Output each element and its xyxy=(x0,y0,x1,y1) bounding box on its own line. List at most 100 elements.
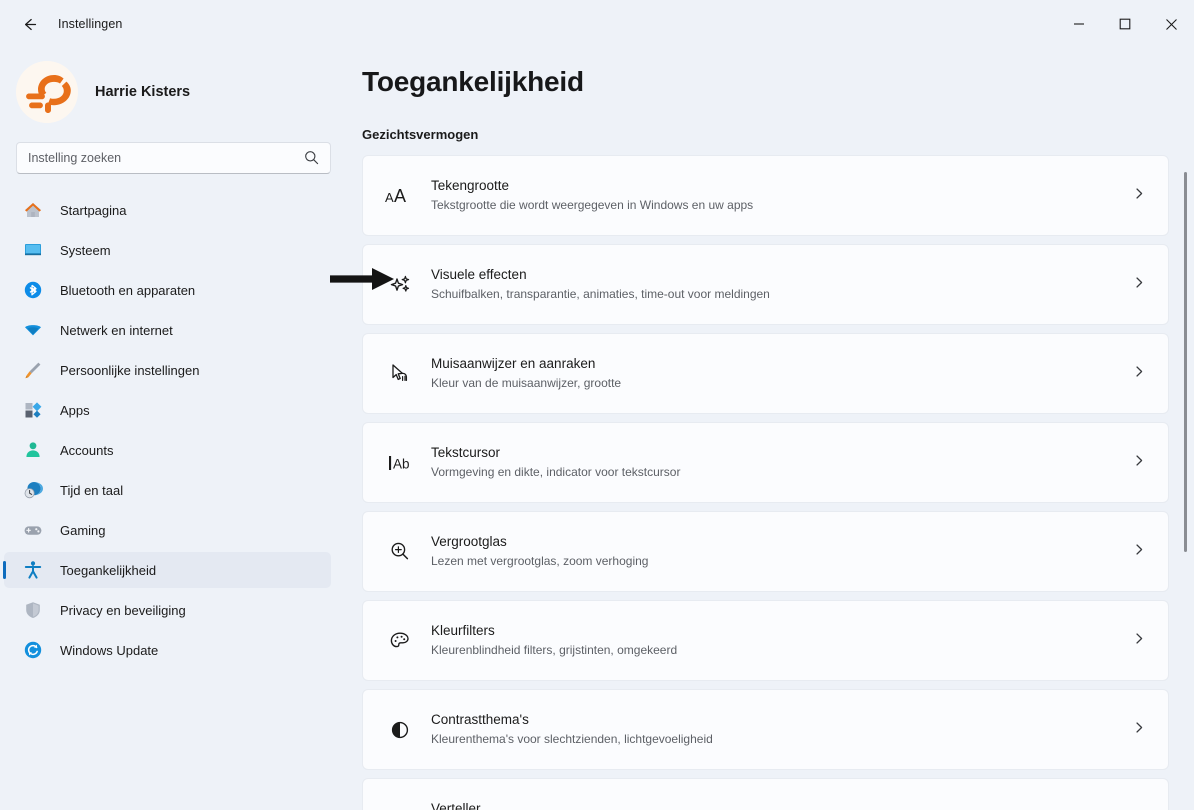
maximize-icon xyxy=(1119,18,1131,30)
main-content: Toegankelijkheid Gezichtsvermogen A A Te… xyxy=(343,48,1194,810)
gamepad-icon xyxy=(22,519,44,541)
card-tekstcursor[interactable]: Ab Tekstcursor Vormgeving en dikte, indi… xyxy=(362,422,1169,503)
chevron-right-icon[interactable] xyxy=(1133,721,1146,739)
card-text: Contrastthema's Kleurenthema's voor slec… xyxy=(431,710,713,749)
sidebar-item-label: Accounts xyxy=(60,442,114,458)
card-title: Verteller xyxy=(431,800,481,810)
sidebar-item-persoonlijke-instellingen[interactable]: Persoonlijke instellingen xyxy=(4,352,331,388)
card-contrastthemas[interactable]: Contrastthema's Kleurenthema's voor slec… xyxy=(362,689,1169,770)
maximize-button[interactable] xyxy=(1102,0,1148,48)
card-subtitle: Tekstgrootte die wordt weergegeven in Wi… xyxy=(431,198,754,213)
sidebar-nav: Startpagina Systeem Bluetooth en apparat… xyxy=(0,192,343,668)
close-button[interactable] xyxy=(1148,0,1194,48)
chevron-right-icon[interactable] xyxy=(1133,187,1146,205)
sidebar-item-label: Windows Update xyxy=(60,642,159,658)
card-title: Tekengrootte xyxy=(431,177,510,193)
sidebar-item-label: Tijd en taal xyxy=(60,482,124,498)
sidebar-item-label: Startpagina xyxy=(60,202,127,218)
card-title: Muisaanwijzer en aanraken xyxy=(431,355,596,371)
clock-globe-icon xyxy=(22,479,44,501)
card-text: Verteller Spraak, uitgebreidheid, toetse… xyxy=(431,799,660,810)
card-title: Visuele effecten xyxy=(431,266,527,282)
sidebar-item-bluetooth[interactable]: Bluetooth en apparaten xyxy=(4,272,331,308)
title-bar: Instellingen xyxy=(0,0,1194,48)
card-subtitle: Schuifbalken, transparantie, animaties, … xyxy=(431,287,770,302)
minimize-button[interactable] xyxy=(1056,0,1102,48)
shield-icon xyxy=(22,599,44,621)
profile-name: Harrie Kisters xyxy=(95,84,191,100)
apps-icon xyxy=(22,399,44,421)
sidebar-item-apps[interactable]: Apps xyxy=(4,392,331,428)
sidebar-item-toegankelijkheid[interactable]: Toegankelijkheid xyxy=(3,552,331,588)
card-muisaanwijzer-en-aanraken[interactable]: Muisaanwijzer en aanraken Kleur van de m… xyxy=(362,333,1169,414)
monitor-icon xyxy=(22,239,44,261)
card-text: Visuele effecten Schuifbalken, transpara… xyxy=(431,265,770,304)
text-cursor-icon: Ab xyxy=(379,450,421,476)
page-title: Toegankelijkheid xyxy=(362,66,584,97)
sidebar-item-label: Netwerk en internet xyxy=(60,322,173,338)
minimize-icon xyxy=(1074,23,1084,25)
search-icon xyxy=(304,150,319,170)
sidebar: Harrie Kisters Instelling zoeken Startpa… xyxy=(0,48,343,810)
card-subtitle: Vormgeving en dikte, indicator voor teks… xyxy=(431,465,681,480)
sidebar-item-netwerk[interactable]: Netwerk en internet xyxy=(4,312,331,348)
window-title: Instellingen xyxy=(58,17,123,31)
sidebar-item-startpagina[interactable]: Startpagina xyxy=(4,192,331,228)
back-arrow-icon xyxy=(24,18,36,30)
close-icon xyxy=(1165,18,1177,30)
scrollbar-thumb[interactable] xyxy=(1184,172,1187,552)
card-subtitle: Kleur van de muisaanwijzer, grootte xyxy=(431,376,622,391)
sidebar-item-label: Bluetooth en apparaten xyxy=(60,282,196,298)
card-vergrootglas[interactable]: Vergrootglas Lezen met vergrootglas, zoo… xyxy=(362,511,1169,592)
sidebar-item-windows-update[interactable]: Windows Update xyxy=(4,632,331,668)
search-input[interactable] xyxy=(17,143,287,173)
svg-text:A: A xyxy=(385,190,394,205)
home-icon xyxy=(22,199,44,221)
search-wrapper xyxy=(0,122,343,174)
back-button[interactable] xyxy=(12,7,46,41)
sidebar-item-label: Gaming xyxy=(60,522,106,538)
contrast-icon xyxy=(379,716,421,744)
card-visuele-effecten[interactable]: Visuele effecten Schuifbalken, transpara… xyxy=(362,244,1169,325)
magnifier-plus-icon xyxy=(379,538,421,566)
window-controls xyxy=(1056,0,1194,48)
sparkles-icon xyxy=(379,271,421,299)
chevron-right-icon[interactable] xyxy=(1133,276,1146,294)
card-text: Kleurfilters Kleurenblindheid filters, g… xyxy=(431,621,677,660)
chevron-right-icon[interactable] xyxy=(1133,543,1146,561)
card-subtitle: Kleurenthema's voor slechtzienden, licht… xyxy=(431,732,713,747)
font-size-aa-icon: A A xyxy=(379,183,421,209)
avatar xyxy=(16,61,78,123)
card-kleurfilters[interactable]: Kleurfilters Kleurenblindheid filters, g… xyxy=(362,600,1169,681)
chevron-right-icon[interactable] xyxy=(1133,632,1146,650)
card-title: Contrastthema's xyxy=(431,711,529,727)
card-text: Vergrootglas Lezen met vergrootglas, zoo… xyxy=(431,532,648,571)
profile-block[interactable]: Harrie Kisters xyxy=(0,48,343,123)
sidebar-item-label: Systeem xyxy=(60,242,111,258)
sidebar-item-label: Toegankelijkheid xyxy=(60,562,157,578)
person-icon xyxy=(22,439,44,461)
sidebar-item-accounts[interactable]: Accounts xyxy=(4,432,331,468)
sidebar-item-label: Persoonlijke instellingen xyxy=(60,362,200,378)
settings-card-list: A A Tekengrootte Tekstgrootte die wordt … xyxy=(343,142,1194,810)
card-verteller[interactable]: Verteller Spraak, uitgebreidheid, toetse… xyxy=(362,778,1169,810)
sidebar-item-tijd-en-taal[interactable]: Tijd en taal xyxy=(4,472,331,508)
chevron-right-icon[interactable] xyxy=(1133,454,1146,472)
chevron-right-icon[interactable] xyxy=(1133,365,1146,383)
paintbrush-icon xyxy=(22,359,44,381)
sidebar-item-systeem[interactable]: Systeem xyxy=(4,232,331,268)
search-box[interactable] xyxy=(16,142,331,174)
bluetooth-icon xyxy=(22,279,44,301)
card-subtitle: Kleurenblindheid filters, grijstinten, o… xyxy=(431,643,678,658)
card-title: Kleurfilters xyxy=(431,622,495,638)
sidebar-item-label: Apps xyxy=(60,402,90,418)
sidebar-item-gaming[interactable]: Gaming xyxy=(4,512,331,548)
card-title: Tekstcursor xyxy=(431,444,501,460)
sidebar-item-label: Privacy en beveiliging xyxy=(60,602,186,618)
sidebar-item-privacy[interactable]: Privacy en beveiliging xyxy=(4,592,331,628)
card-tekengrootte[interactable]: A A Tekengrootte Tekstgrootte die wordt … xyxy=(362,155,1169,236)
settings-window: Instellingen Harrie Kisters Instelling z… xyxy=(0,0,1194,810)
narrator-icon xyxy=(379,805,421,810)
accessibility-icon xyxy=(22,559,44,581)
vertical-scrollbar[interactable] xyxy=(1181,172,1191,810)
